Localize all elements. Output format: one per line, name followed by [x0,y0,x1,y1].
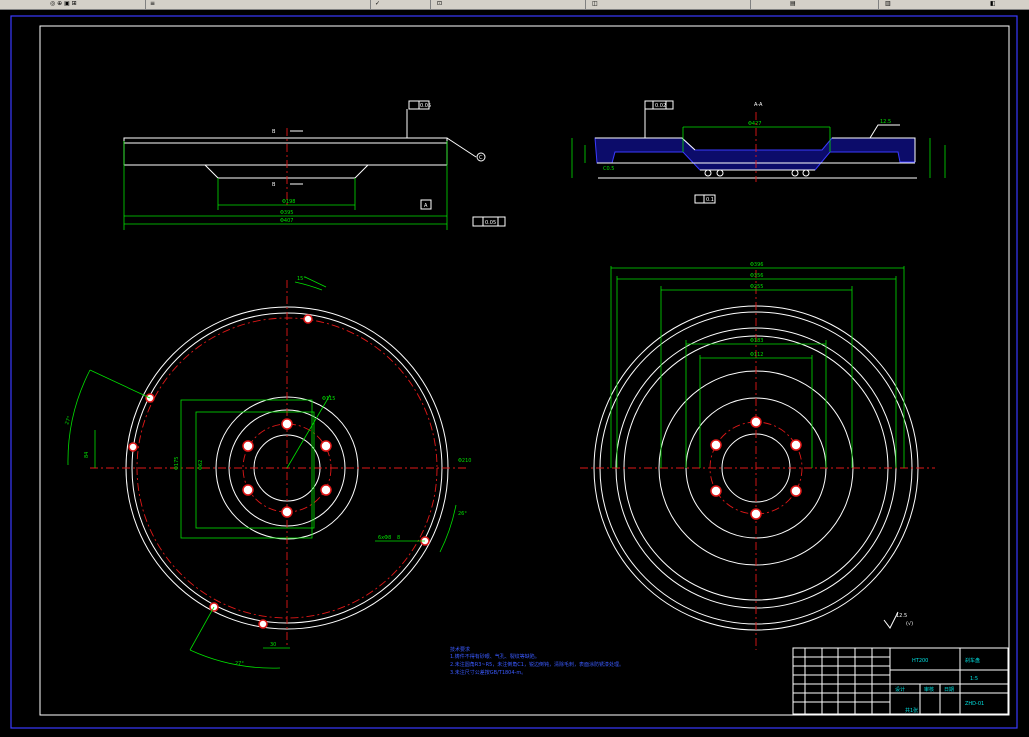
angle-bottom: 27° [235,661,244,667]
technical-notes: 技术要求 1.铸件不得有砂眼、气孔、裂纹等缺陷。 2.未注圆角R3~R5，未注倒… [450,646,624,676]
toolbar-item[interactable]: ◧ [990,0,996,8]
toolbar-item[interactable]: ≡ [150,0,155,8]
drawing-canvas[interactable]: Φ198 Φ395 Φ407 B B 0.05 C A 0.05 A-A Φ42… [0,10,1029,733]
section-dim-top: Φ427 [748,121,761,127]
section-chamfer: C0.5 [603,166,614,172]
inner-frame [39,25,1010,716]
angle-right: 26° [458,511,467,517]
drawing-viewport[interactable]: Φ198 Φ395 Φ407 B B 0.05 C A 0.05 A-A Φ42… [0,10,1029,733]
dim-mid: Φ395 [280,210,293,216]
flatness-value: 0.05 [420,103,431,109]
toolbar-item[interactable]: ▥ [885,0,891,8]
datum-c: C [479,155,483,161]
parallel-tol: 0.02 [655,103,666,109]
roughness-other: (√) [906,621,913,627]
right-dim-3: Φ255 [750,284,763,290]
tb-drawing-no: ZHD-01 [965,701,984,707]
roughness-value: 12.5 [896,613,907,619]
tb-scale: 1:5 [970,676,978,682]
right-view: Φ396 Φ356 Φ255 Φ183 Φ112 [580,262,935,650]
cad-application: ◎ ⊕ ▣ ⊞ ≡ ✓ ⊡ ◫ ▤ ▥ ◧ Φ198 Φ395 Φ407 B B… [0,0,1029,733]
tb-checker: 审核 [924,686,934,693]
toolbar-icons[interactable]: ◎ ⊕ ▣ ⊞ [50,0,77,8]
tb-part-name: 刹车盘 [965,657,980,664]
flat-tol: 0.1 [706,197,714,203]
tb-material: HT200 [912,658,928,664]
title-block: 刹车盘 HT200 1:5 ZHD-01 设计 审核 日期 共1张 [792,647,1009,715]
front-dim-r: Φ115 [322,396,335,402]
notes-title: 技术要求 [450,646,470,653]
outer-frame [10,15,1018,729]
toolbar-strip: ◎ ⊕ ▣ ⊞ ≡ ✓ ⊡ ◫ ▤ ▥ ◧ [0,0,1029,10]
angle-top: 15° [297,276,306,282]
roughness-symbol: 12.5 (√) [883,611,913,629]
dim-left: 84 [84,452,90,458]
dim-inner: Φ198 [282,199,295,205]
hole-note: 6xΦ8 [378,535,391,541]
notes-line1: 1.铸件不得有砂眼、气孔、裂纹等缺陷。 [450,653,540,660]
front-dim-w: Φ175 [174,457,180,470]
tb-date: 日期 [944,687,954,693]
right-dim-4: Φ183 [750,338,763,344]
section-view: A-A Φ427 0.02 12.5 C0.5 0.1 [571,100,946,204]
position-tol: 0.05 [485,220,496,226]
section-roughness: 12.5 [880,119,891,125]
toolbar-item[interactable]: ▤ [790,0,796,8]
front-dim-h: Φ62 [198,460,204,470]
dim-outer: Φ407 [280,218,293,224]
tb-designer: 设计 [895,686,905,693]
right-dim-1: Φ396 [750,262,763,268]
datum-a: A [424,203,428,209]
notes-line3: 3.未注尺寸公差按GB/T1804-m。 [450,669,526,676]
notes-line2: 2.未注圆角R3~R5，未注倒角C1，锐边倒钝，清除毛刺，表面涂防锈漆处理。 [450,661,624,668]
section-mark-bottom: B [272,182,276,188]
toolbar-item[interactable]: ⊡ [437,0,442,8]
toolbar-item[interactable]: ◫ [592,0,598,8]
hole-depth: 8 [397,535,400,541]
front-view: Φ115 Φ175 Φ62 15° 27° 84 26° Φ210 6xΦ8 8 [64,276,471,669]
section-label: A-A [754,102,763,108]
dim-bottom: 30 [270,642,276,648]
pitch-label: Φ210 [458,458,471,464]
right-dim-2: Φ356 [750,273,763,279]
section-mark-top: B [272,129,276,135]
top-view: Φ198 Φ395 Φ407 B B 0.05 C A 0.05 [123,100,506,230]
toolbar-check[interactable]: ✓ [375,0,380,8]
tb-sheet: 共1张 [905,707,918,714]
right-dim-5: Φ112 [750,352,763,358]
